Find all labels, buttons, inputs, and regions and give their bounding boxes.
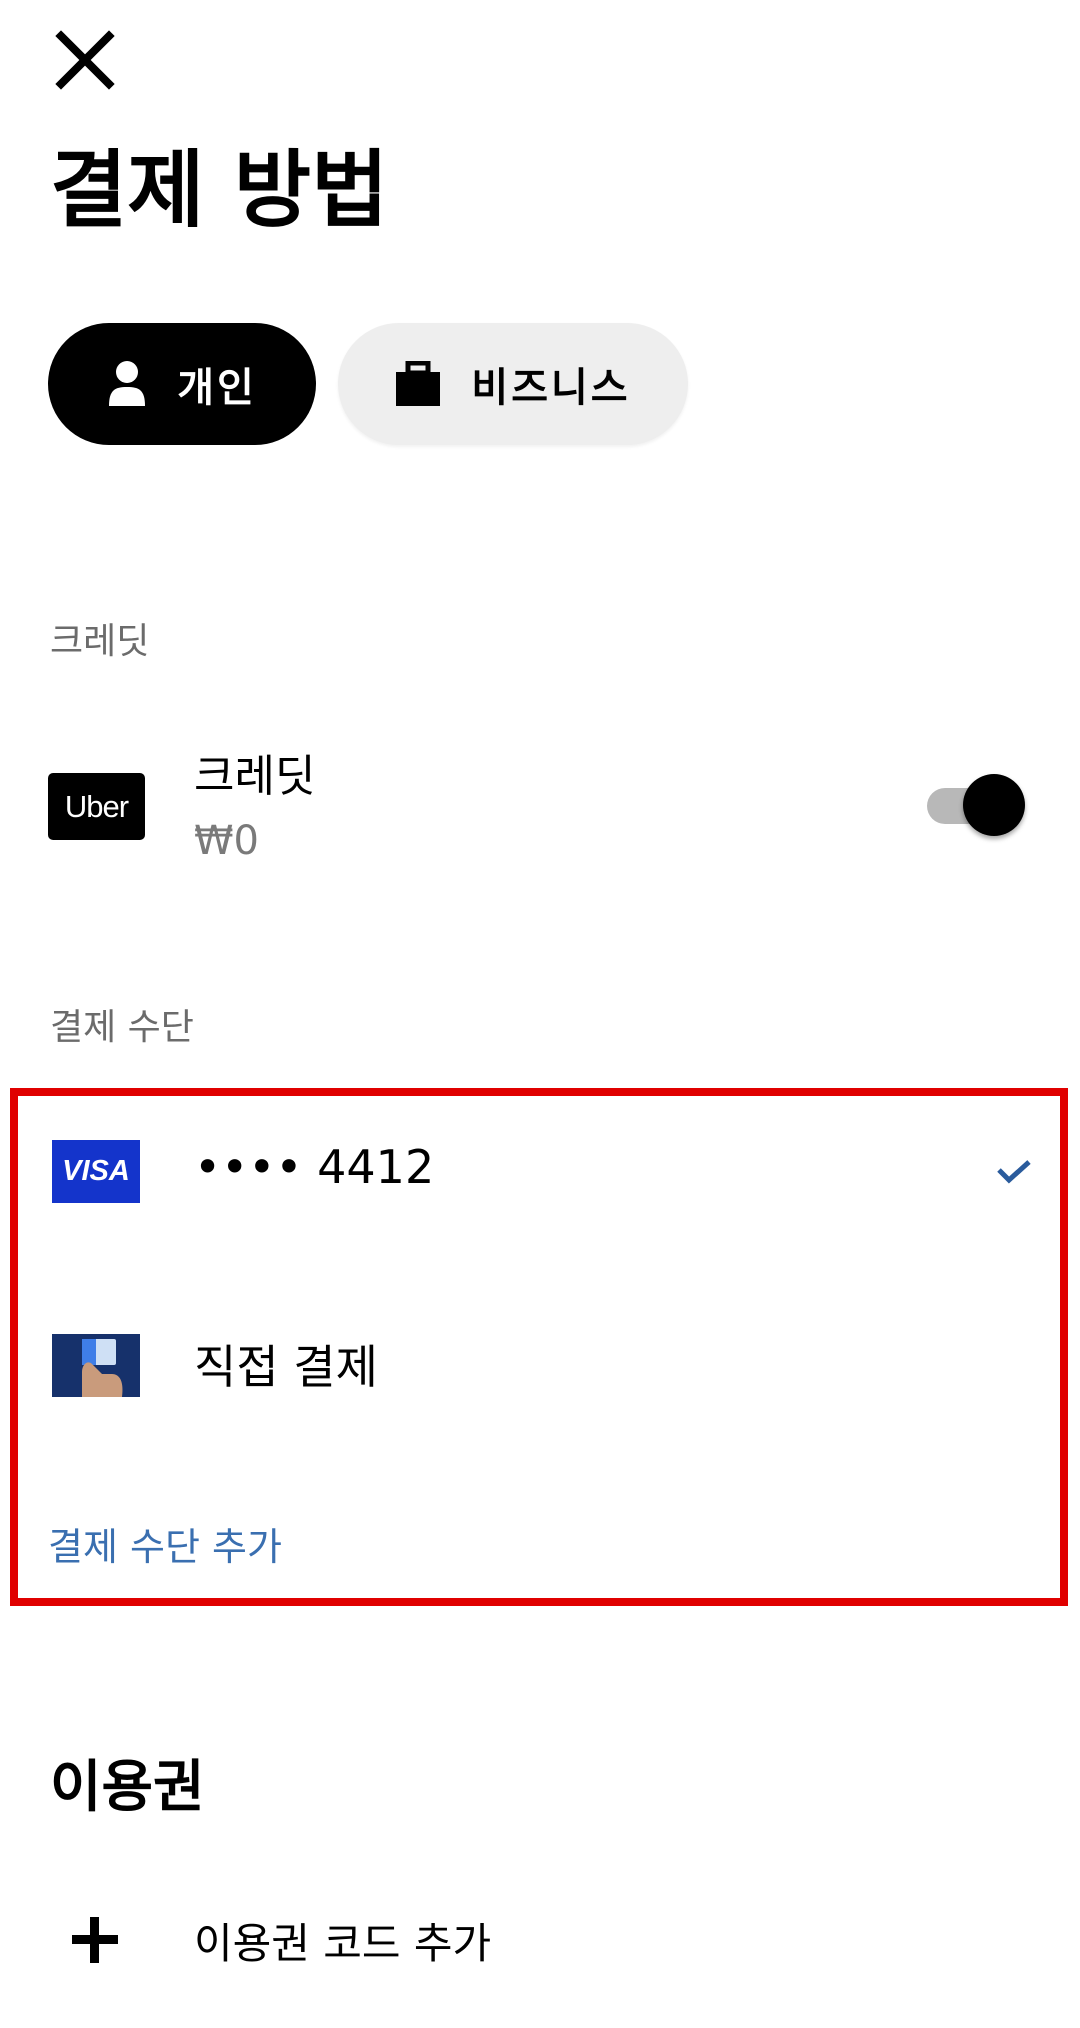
cash-payment-icon — [52, 1334, 140, 1397]
credit-amount: ₩0 — [194, 818, 259, 864]
cash-payment-label: 직접 결제 — [194, 1340, 378, 1394]
voucher-section-title: 이용권 — [50, 1755, 205, 1820]
close-icon — [55, 30, 115, 90]
credit-title: 크레딧 — [194, 751, 316, 802]
close-button[interactable] — [40, 15, 130, 105]
add-payment-method-link[interactable]: 결제 수단 추가 — [48, 1516, 282, 1571]
briefcase-icon — [396, 361, 441, 406]
toggle-knob — [963, 774, 1025, 836]
add-voucher-code-label: 이용권 코드 추가 — [194, 1919, 492, 1968]
uber-logo: Uber — [48, 773, 145, 840]
credit-toggle[interactable] — [927, 770, 1027, 840]
tab-business[interactable]: 비즈니스 — [338, 323, 688, 445]
tab-business-label: 비즈니스 — [471, 365, 631, 411]
visa-logo: VISA — [52, 1140, 140, 1203]
credit-section-header: 크레딧 — [50, 621, 150, 662]
payment-section-header: 결제 수단 — [50, 1007, 194, 1048]
tab-personal-label: 개인 — [177, 365, 257, 411]
visa-card-label: •••• 4412 — [194, 1140, 435, 1194]
person-icon — [109, 361, 146, 406]
payment-method-cash[interactable] — [28, 1300, 1048, 1430]
tab-personal[interactable]: 개인 — [48, 323, 316, 445]
add-voucher-code-row[interactable] — [28, 1880, 1048, 2000]
plus-icon — [70, 1915, 120, 1965]
checkmark-icon — [995, 1156, 1033, 1186]
payment-method-visa[interactable] — [28, 1110, 1048, 1235]
page-title: 결제 방법 — [50, 141, 389, 239]
